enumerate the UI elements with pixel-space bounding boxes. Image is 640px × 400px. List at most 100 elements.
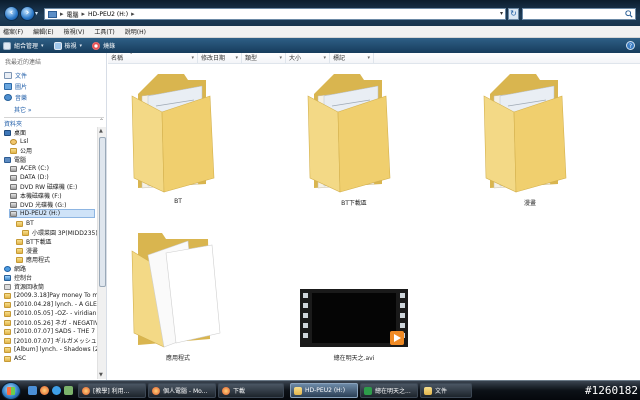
folder-item-apps[interactable]: 應用程式 [108,223,248,368]
menu-file[interactable]: 檔案(F) [3,27,23,36]
nav-pane-scrollbar[interactable]: ▲ ▼ [97,127,106,379]
tree-item-drive-c[interactable]: ACER (C:) [10,164,49,173]
folder-icon [4,292,11,299]
folder-icon [4,337,11,344]
tree-item-drive-e[interactable]: DVD RW 磁碟機 (E:) [10,182,77,191]
folders-header[interactable]: 資料夾 ⌃ [4,117,104,128]
tree-item-user[interactable]: Lsl [10,137,28,146]
menu-edit[interactable]: 編輯(E) [33,27,53,36]
scrollbar-thumb[interactable] [99,137,106,287]
drive-icon [10,210,17,217]
taskbar-item-documents[interactable]: 文件 [420,383,472,398]
chevron-down-icon[interactable]: ▾ [367,53,370,64]
column-header-name[interactable]: 名稱 ˄ ▾ [108,53,198,64]
video-file-item[interactable]: 總在明天之.avi [284,223,424,368]
tree-item-public[interactable]: 公用 [10,146,32,155]
menu-help[interactable]: 說明(H) [125,27,146,36]
quicklaunch-firefox-icon[interactable] [40,386,49,395]
refresh-button[interactable]: ↻ [508,8,519,20]
more-links[interactable]: 其它 » [14,105,32,114]
search-input[interactable] [522,8,636,20]
firefox-icon [82,386,90,395]
item-label: 應用程式 [165,355,190,362]
scroll-down-icon[interactable]: ▼ [99,372,103,378]
firefox-icon [222,386,230,395]
folder-item-bt-downloads[interactable]: BT下載區 [284,66,424,211]
taskbar-item-pc[interactable]: 個人電腦 - Mo... [148,383,216,398]
burn-label: 燒錄 [103,43,116,50]
scroll-up-icon[interactable]: ▲ [99,128,103,134]
tree-item-album-7[interactable]: [Album] lynch. - Shadows (20 [4,345,103,354]
views-button[interactable]: 檢視 ▾ [53,41,82,50]
tree-item-album-6[interactable]: [2010.07.07] ギルガメッシュ - [4,336,101,345]
folder-item-comics[interactable]: 漫畫 [460,66,600,211]
folder-item-bt[interactable]: BT [108,66,248,211]
column-header-date[interactable]: 修改日期 ▾ [198,53,242,64]
burn-button[interactable]: 燒錄 [92,41,115,50]
tree-item-album-3[interactable]: [2010.05.05] -OZ- - viridian [4,309,96,318]
column-header-type[interactable]: 類型 ▾ [242,53,286,64]
folder-icon [22,229,29,236]
tree-item-asc[interactable]: ASC [4,354,26,363]
folder-icon [16,220,23,227]
organize-label: 組合管理 [14,43,39,50]
chevron-down-icon[interactable]: ▾ [279,53,282,64]
quicklaunch-desktop-icon[interactable] [28,386,37,395]
organize-button[interactable]: 組合管理 ▾ [3,41,44,50]
control-panel-icon [4,274,11,281]
tree-item-apps[interactable]: 應用程式 [16,255,50,264]
tree-item-network[interactable]: 網路 [4,264,26,273]
tree-item-control-panel[interactable]: 控制台 [4,273,32,282]
forward-button[interactable]: › [20,6,35,21]
chevron-up-icon[interactable]: ⌃ [99,118,104,125]
quicklaunch-app-icon[interactable] [64,386,73,395]
chevron-down-icon[interactable]: ▾ [191,53,194,64]
help-button[interactable]: ? [626,41,635,50]
breadcrumb-computer[interactable]: 電腦 [67,10,79,19]
favorite-link-documents[interactable]: 文件 [4,71,27,80]
start-button[interactable] [1,382,21,400]
views-icon [53,41,62,50]
breadcrumb-separator-icon: ▸ [81,10,86,18]
taskbar-item-downloads[interactable]: 下載 [218,383,284,398]
column-header-tags[interactable]: 標記 ▾ [330,53,374,64]
breadcrumb-drive[interactable]: HD-PEU2 (H:) [88,11,128,18]
taskbar-item-video[interactable]: 總在明天之... [360,383,418,398]
recent-pages-dropdown-icon[interactable]: ▾ [35,10,38,17]
tree-item-drive-d[interactable]: DATA (D:) [10,173,49,182]
address-bar-region: ‹ › ▾ ▸ 電腦 ▸ HD-PEU2 (H:) ▸ ▾ ↻ [0,0,640,26]
drive-icon [10,192,17,199]
address-field[interactable]: ▸ 電腦 ▸ HD-PEU2 (H:) ▸ ▾ [44,8,506,20]
tree-item-bt-sub[interactable]: 小環菜園 3P(MIDD235) [22,228,98,237]
back-button[interactable]: ‹ [4,6,19,21]
folder-icon [4,301,11,308]
tree-item-bt-downloads[interactable]: BT下載區 [16,237,52,246]
item-label: BT [174,198,182,205]
tree-item-drive-g[interactable]: DVD 光碟機 (G:) [10,200,66,209]
menu-view[interactable]: 檢視(V) [64,27,85,36]
tree-item-computer[interactable]: 電腦 [4,155,26,164]
taskbar-item-explorer[interactable]: HD-PEU2 (H:) [290,383,358,398]
tree-item-album-1[interactable]: [2009.3.18]Pay money To my [4,291,102,300]
column-header-size[interactable]: 大小 ▾ [286,53,330,64]
tree-item-comics[interactable]: 漫畫 [16,246,38,255]
taskbar-item-tutorial[interactable]: [教學] 利用... [78,383,146,398]
address-dropdown-icon[interactable]: ▾ [500,10,503,17]
tree-item-recycle-bin[interactable]: 資源回收筒 [4,282,44,291]
folder-icon [307,74,391,193]
tree-item-album-2[interactable]: [2010.04.28] lynch. - A GLEAM [4,300,106,309]
chevron-down-icon[interactable]: ▾ [323,53,326,64]
tree-item-album-5[interactable]: [2010.07.07] SADS - THE 7 DE [4,327,105,336]
tree-item-bt[interactable]: BT [16,219,34,228]
chevron-down-icon[interactable]: ▾ [235,53,238,64]
tree-item-album-4[interactable]: [2010.05.26] ネガ - NEGATIVE [4,318,103,327]
tree-item-drive-f[interactable]: 本機磁碟機 (F:) [10,191,62,200]
quicklaunch-ie-icon[interactable] [52,386,61,395]
search-icon[interactable] [625,10,633,18]
item-label: 總在明天之.avi [333,355,375,362]
tree-item-desktop[interactable]: 桌面 [4,128,26,137]
tree-item-drive-h[interactable]: HD-PEU2 (H:) [9,209,95,218]
favorite-link-pictures[interactable]: 圖片 [4,82,27,91]
favorite-link-music[interactable]: 音樂 [4,93,27,102]
menu-tools[interactable]: 工具(T) [94,27,114,36]
